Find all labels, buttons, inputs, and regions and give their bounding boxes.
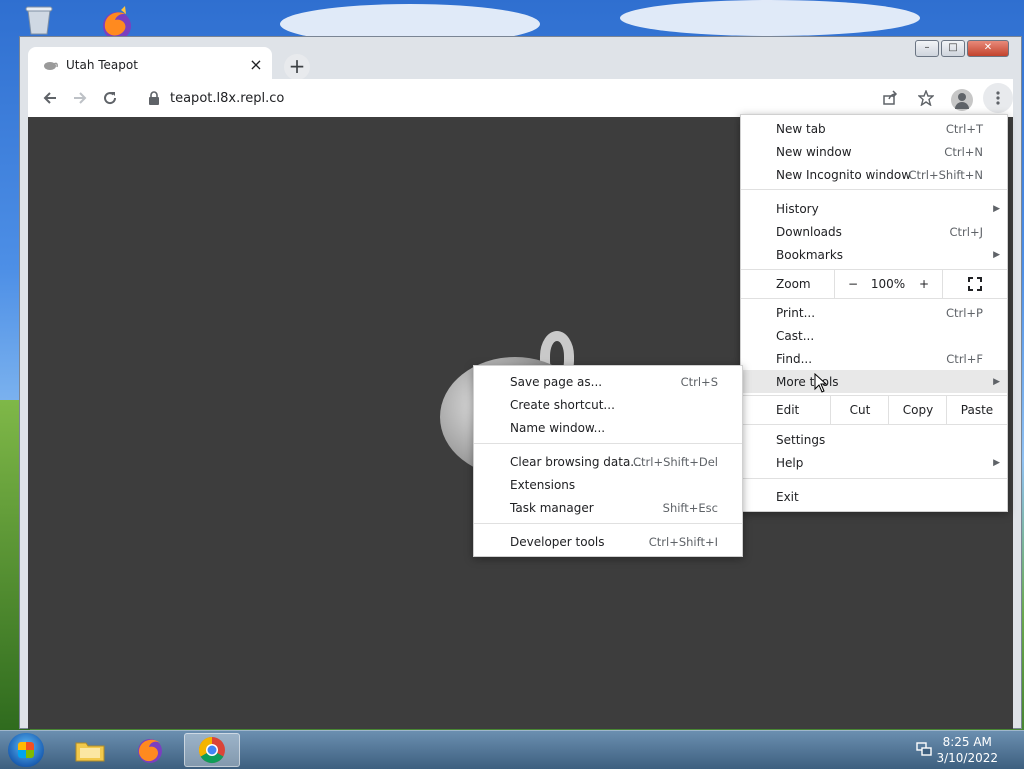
submenu-arrow-icon: ▶ [993, 376, 1000, 387]
file-explorer-icon [75, 742, 105, 762]
menu-item-find[interactable]: Find... Ctrl+F [741, 347, 1007, 370]
menu-separator [474, 523, 742, 524]
menu-item-cast[interactable]: Cast... [741, 324, 1007, 347]
edit-label: Edit [776, 403, 800, 417]
clock-date: 3/10/2022 [936, 751, 998, 765]
new-tab-button[interactable]: + [284, 54, 310, 80]
tab-close-icon[interactable]: × [246, 55, 266, 75]
zoom-row: Zoom − 100% + [741, 270, 1007, 298]
menu-item-extensions[interactable]: Extensions [474, 473, 742, 496]
menu-item-create-shortcut[interactable]: Create shortcut... [474, 393, 742, 416]
fullscreen-button[interactable] [942, 270, 1007, 298]
toolbar-right [875, 83, 1013, 113]
menu-item-task-manager[interactable]: Task manager Shift+Esc [474, 496, 742, 519]
profile-button[interactable] [947, 83, 977, 113]
zoom-out-button[interactable]: − [834, 270, 871, 298]
url-text[interactable]: teapot.l8x.repl.co [170, 91, 284, 106]
edit-row: Edit Cut Copy Paste [741, 396, 1007, 424]
taskbar-file-explorer[interactable] [62, 733, 118, 767]
arrow-left-icon [43, 92, 56, 104]
menu-item-history[interactable]: History ▶ [741, 197, 1007, 220]
menu-separator [474, 443, 742, 444]
reload-icon [104, 92, 117, 105]
kebab-menu-icon [996, 91, 1000, 105]
zoom-in-button[interactable]: + [906, 270, 942, 298]
tab-strip: Utah Teapot × + [28, 43, 1021, 83]
back-button[interactable] [35, 83, 65, 113]
menu-item-new-window[interactable]: New window Ctrl+N [741, 140, 1007, 163]
clock-time: 8:25 AM [942, 735, 992, 749]
cut-button[interactable]: Cut [830, 396, 889, 424]
recycle-bin-icon[interactable] [22, 4, 56, 36]
windows-logo-icon [18, 742, 34, 758]
menu-item-name-window[interactable]: Name window... [474, 416, 742, 439]
chrome-main-menu: New tab Ctrl+T New window Ctrl+N New Incog… [740, 114, 1008, 512]
menu-item-print[interactable]: Print... Ctrl+P [741, 301, 1007, 324]
menu-item-save-page-as[interactable]: Save page as... Ctrl+S [474, 370, 742, 393]
menu-item-downloads[interactable]: Downloads Ctrl+J [741, 220, 1007, 243]
star-icon [918, 90, 934, 106]
avatar-icon [951, 89, 973, 111]
zoom-level: 100% [870, 277, 906, 291]
menu-separator [741, 189, 1007, 190]
menu-item-exit[interactable]: Exit [741, 485, 1007, 508]
menu-item-bookmarks[interactable]: Bookmarks ▶ [741, 243, 1007, 266]
mouse-pointer-icon [814, 373, 828, 393]
browser-toolbar: teapot.l8x.repl.co [28, 79, 1013, 117]
bookmark-star-button[interactable] [911, 83, 941, 113]
copy-button[interactable]: Copy [888, 396, 947, 424]
teapot-icon [42, 57, 58, 73]
menu-button[interactable] [983, 83, 1013, 113]
taskbar: 8:25 AM 3/10/2022 [0, 730, 1024, 769]
taskbar-firefox[interactable] [122, 733, 178, 767]
network-icon[interactable] [916, 741, 932, 757]
menu-item-settings[interactable]: Settings [741, 428, 1007, 451]
lock-icon[interactable] [146, 90, 162, 106]
share-icon [883, 90, 898, 105]
tab-title: Utah Teapot [66, 58, 138, 72]
submenu-arrow-icon: ▶ [993, 457, 1000, 468]
menu-item-developer-tools[interactable]: Developer tools Ctrl+Shift+I [474, 530, 742, 553]
submenu-arrow-icon: ▶ [993, 203, 1000, 214]
fullscreen-icon [968, 277, 982, 291]
menu-separator [741, 424, 1007, 425]
more-tools-submenu: Save page as... Ctrl+S Create shortcut...… [473, 365, 743, 557]
menu-item-more-tools[interactable]: More tools ▶ [741, 370, 1007, 393]
tab-utah-teapot[interactable]: Utah Teapot × [28, 47, 272, 83]
address-bar[interactable]: teapot.l8x.repl.co [140, 83, 890, 113]
forward-button[interactable] [65, 83, 95, 113]
arrow-right-icon [74, 92, 87, 104]
start-button[interactable] [8, 733, 44, 767]
menu-item-help[interactable]: Help ▶ [741, 451, 1007, 474]
zoom-label: Zoom [776, 277, 811, 291]
menu-item-new-incognito-window[interactable]: New Incognito window Ctrl+Shift+N [741, 163, 1007, 186]
menu-item-clear-browsing-data[interactable]: Clear browsing data... Ctrl+Shift+Del [474, 450, 742, 473]
system-clock[interactable]: 8:25 AM 3/10/2022 [936, 734, 998, 766]
submenu-arrow-icon: ▶ [993, 249, 1000, 260]
firefox-icon[interactable] [95, 6, 139, 40]
taskbar-chrome[interactable] [184, 733, 240, 767]
share-button[interactable] [875, 83, 905, 113]
firefox-icon [138, 739, 162, 763]
chrome-icon [198, 736, 225, 764]
wallpaper-cloud [620, 0, 920, 36]
paste-button[interactable]: Paste [946, 396, 1007, 424]
menu-separator [741, 298, 1007, 299]
menu-separator [741, 478, 1007, 479]
menu-item-new-tab[interactable]: New tab Ctrl+T [741, 117, 1007, 140]
reload-button[interactable] [95, 83, 125, 113]
